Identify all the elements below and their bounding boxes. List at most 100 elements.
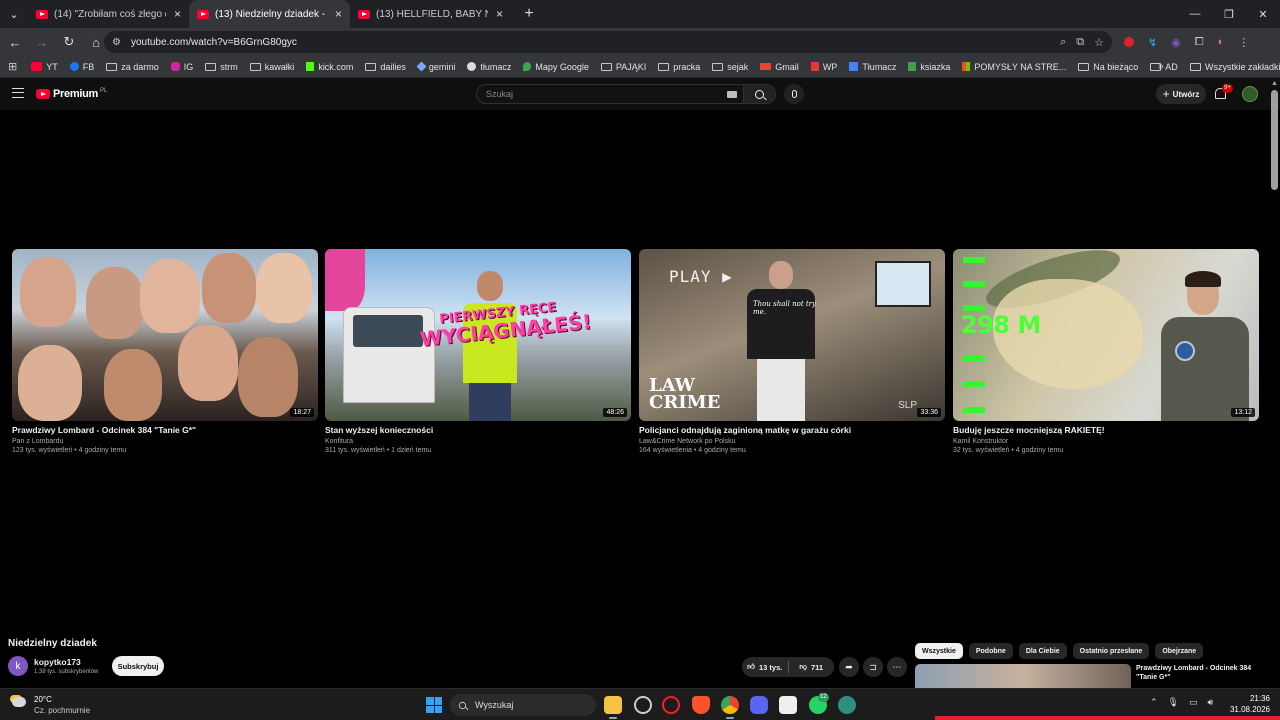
related-video-thumbnail[interactable] [915, 664, 1131, 688]
bookmark-item[interactable]: Tłumacz [849, 62, 896, 72]
network-icon[interactable]: ▭ [1189, 697, 1198, 708]
volume-icon[interactable]: 🔊︎ [1208, 697, 1214, 708]
bookmark-item[interactable]: POMYSŁY NA STRE... [962, 62, 1066, 72]
tray-overflow-chevron-icon[interactable]: ⌃ [1150, 697, 1158, 708]
clock-date[interactable]: 31.08.2026 [1220, 705, 1270, 714]
scroll-up-arrow-icon[interactable]: ▲ [1271, 80, 1278, 87]
chip-watched[interactable]: Obejrzane [1155, 643, 1204, 659]
clock-time[interactable]: 21:36 [1230, 694, 1270, 703]
more-bookmarks-icon[interactable]: » [1158, 61, 1164, 72]
bookmark-item[interactable]: Mapy Google [523, 62, 589, 72]
microphone-icon[interactable]: 🎙︎ [1168, 697, 1179, 708]
video-card[interactable]: 18:27 Prawdziwy Lombard - Odcinek 384 "T… [12, 249, 318, 454]
reload-icon[interactable]: ↻ [57, 30, 81, 54]
video-channel[interactable]: Law&Crime Network po Polsku [639, 438, 945, 445]
back-icon[interactable]: ← [3, 30, 27, 54]
bookmark-item[interactable]: gemini [416, 62, 455, 72]
start-windows-icon[interactable] [426, 697, 442, 713]
video-card[interactable]: 298 M 13:12 Buduję jeszcze mocniejszą RA… [953, 249, 1259, 454]
browser-tab[interactable]: (13) HELLFIELD, BABY NERRO - × [350, 0, 511, 28]
tab-search-chevron-icon[interactable]: ⌄ [0, 0, 28, 28]
video-title[interactable]: Prawdziwy Lombard - Odcinek 384 "Tanie G… [12, 425, 318, 435]
weather-cloud-icon[interactable] [12, 697, 26, 707]
video-thumbnail[interactable]: 298 M 13:12 [953, 249, 1259, 421]
weather-temperature[interactable]: 20°C [34, 695, 52, 704]
video-channel[interactable]: Konfitura [325, 438, 631, 445]
video-title[interactable]: Policjanci odnajdują zaginioną matkę w g… [639, 425, 945, 435]
share-button[interactable]: ➦ [839, 657, 859, 677]
chrome-icon[interactable] [721, 696, 739, 714]
video-channel[interactable]: Pan z Lombardu [12, 438, 318, 445]
bookmark-item[interactable]: Gmail [760, 62, 799, 72]
zoom-search-icon[interactable]: ⌕ [1060, 36, 1066, 49]
video-thumbnail[interactable]: PIERWSZY RĘCE WYCIĄGNĄŁEŚ! 48:26 [325, 249, 631, 421]
subscribe-button[interactable]: Subskrybuj [112, 656, 164, 676]
search-input[interactable]: Szukaj [476, 84, 744, 104]
related-video-title[interactable]: Prawdziwy Lombard - Odcinek 384 "Tanie G… [1136, 664, 1254, 682]
channel-name[interactable]: kopytko173 [34, 657, 81, 667]
chip-similar[interactable]: Podobne [968, 643, 1013, 659]
bookmark-item[interactable]: dailies [365, 62, 406, 72]
bookmark-item[interactable]: IG [170, 62, 193, 72]
video-channel[interactable]: Kamil Konstruktor [953, 438, 1259, 445]
file-explorer-icon[interactable] [604, 696, 622, 714]
chip-recently-uploaded[interactable]: Ostatnio przesłane [1072, 643, 1150, 659]
tab-close-icon[interactable]: × [174, 7, 181, 21]
capcut-icon[interactable] [779, 696, 797, 714]
discord-icon[interactable] [750, 696, 768, 714]
chip-for-you[interactable]: Dla Ciebie [1018, 643, 1067, 659]
bookmark-item[interactable]: sejak [712, 62, 748, 72]
account-avatar[interactable] [1242, 86, 1258, 102]
bookmark-item[interactable]: Na bieżąco [1078, 62, 1138, 72]
like-button[interactable]: 👍︎ 13 tys. [742, 657, 788, 677]
taskbar-search[interactable]: Wyszukaj [450, 694, 596, 716]
bookmark-item[interactable]: PAJĄKI [600, 62, 646, 72]
tab-close-icon[interactable]: × [335, 7, 342, 21]
new-tab-icon[interactable]: + [517, 5, 541, 23]
page-scrollbar[interactable] [1271, 90, 1278, 190]
opera-icon[interactable] [662, 696, 680, 714]
browser-tab-active[interactable]: (13) Niedzielny dziadek - YouTu × [189, 0, 351, 28]
forward-icon[interactable]: → [30, 30, 54, 54]
record-extension-icon[interactable] [1124, 37, 1134, 47]
site-info-icon[interactable]: ⚙ [112, 37, 121, 48]
restore-icon[interactable]: ❐ [1212, 0, 1246, 28]
video-title[interactable]: Stan wyższej konieczności [325, 425, 631, 435]
bookmark-item[interactable]: tłumacz [467, 62, 511, 72]
voice-search-button[interactable] [784, 84, 804, 104]
weather-description[interactable]: Cz. pochmurnie [34, 706, 90, 715]
bookmark-item[interactable]: strm [205, 62, 238, 72]
channel-avatar[interactable]: k [8, 656, 28, 676]
close-window-icon[interactable]: ✕ [1246, 0, 1280, 28]
browser-tab[interactable]: (14) "Zrobiłam coś złego dzieck × [28, 0, 189, 28]
bookmark-item[interactable]: YT [31, 62, 58, 72]
video-card[interactable]: PLAY ▶ Thou shall not try me. LAW CRIME … [639, 249, 945, 454]
extension-icon[interactable]: ◉ [1171, 36, 1181, 49]
address-bar[interactable]: ⚙ youtube.com/watch?v=B6GrnG80gyc ⌕ ⧉ ☆ [104, 31, 1112, 53]
bookmark-item[interactable]: kick.com [306, 62, 353, 72]
search-button[interactable] [744, 84, 776, 104]
video-card[interactable]: PIERWSZY RĘCE WYCIĄGNĄŁEŚ! 48:26 Stan wy… [325, 249, 631, 454]
apps-grid-icon[interactable]: ⊞ [8, 60, 17, 73]
save-button[interactable]: ⊐ [863, 657, 883, 677]
chip-all[interactable]: Wszystkie [915, 643, 963, 659]
globe-app-icon[interactable] [838, 696, 856, 714]
install-app-icon[interactable]: ⧉ [1076, 36, 1084, 49]
bookmark-item[interactable]: FB [69, 62, 94, 72]
profile-icon[interactable]: ◐ [1218, 36, 1225, 48]
bookmark-item[interactable]: WP [810, 62, 837, 72]
all-bookmarks-button[interactable]: Wszystkie zakładki [1190, 62, 1280, 72]
video-thumbnail[interactable]: PLAY ▶ Thou shall not try me. LAW CRIME … [639, 249, 945, 421]
bookmark-star-icon[interactable]: ☆ [1094, 36, 1104, 49]
bookmark-item[interactable]: kawałki [249, 62, 294, 72]
bookmark-item[interactable]: za darmo [106, 62, 159, 72]
extensions-puzzle-icon[interactable]: ⧠ [1195, 36, 1204, 49]
chrome-menu-icon[interactable]: ⋮ [1238, 36, 1249, 49]
dislike-button[interactable]: 👎︎ 711 [789, 657, 835, 677]
video-thumbnail[interactable]: 18:27 [12, 249, 318, 421]
bookmark-item[interactable]: ksiazka [908, 62, 950, 72]
keyboard-icon[interactable] [727, 91, 737, 98]
create-button[interactable]: + Utwórz [1156, 84, 1206, 104]
brave-icon[interactable] [692, 696, 710, 714]
tab-close-icon[interactable]: × [496, 7, 503, 21]
